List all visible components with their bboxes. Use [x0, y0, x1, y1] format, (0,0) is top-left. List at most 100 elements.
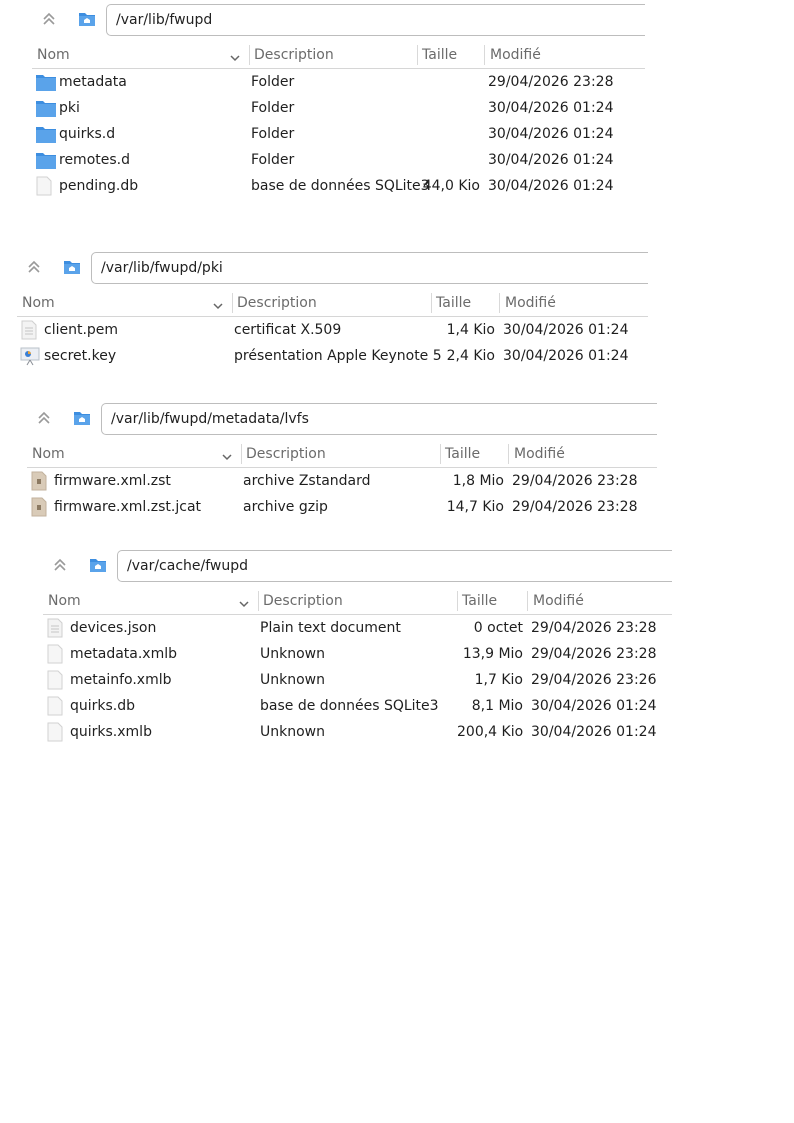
folder-icon	[35, 72, 57, 96]
file-name: quirks.xmlb	[70, 724, 152, 740]
file-modified: 29/04/2026 23:28	[488, 74, 614, 90]
file-row[interactable]: metainfo.xmlb Unknown 1,7 Kio 29/04/2026 23…	[43, 667, 672, 693]
file-description: certificat X.509	[234, 322, 342, 338]
file-size: 2,4 Kio	[446, 348, 495, 364]
file-size: 14,7 Kio	[446, 499, 504, 515]
address-bar[interactable]: /var/lib/fwupd/pki	[91, 252, 648, 284]
file-size	[417, 95, 480, 121]
column-separator[interactable]	[527, 591, 528, 611]
file-row[interactable]: devices.json Plain text document 0 octet 29…	[43, 615, 672, 641]
column-header-modified[interactable]: Modifié	[533, 588, 584, 614]
home-folder-icon	[89, 557, 107, 577]
address-bar[interactable]: /var/lib/fwupd	[106, 4, 645, 36]
column-separator[interactable]	[417, 45, 418, 65]
column-separator[interactable]	[258, 591, 259, 611]
home-button[interactable]	[61, 258, 83, 280]
file-row[interactable]: quirks.db base de données SQLite3 8,1 Mio 3…	[43, 693, 672, 719]
file-row[interactable]: firmware.xml.zst.jcat archive gzip 14,7 Ki…	[27, 494, 657, 520]
file-name: firmware.xml.zst.jcat	[54, 499, 202, 515]
file-size: 1,4 Kio	[446, 322, 495, 338]
file-size: 200,4 Kio	[457, 724, 524, 740]
column-header-size[interactable]: Taille	[422, 42, 457, 68]
column-header-description[interactable]: Description	[254, 42, 334, 68]
location-toolbar: /var/lib/fwupd	[32, 2, 645, 38]
column-header-description[interactable]: Description	[237, 290, 317, 316]
column-header-name[interactable]: Nom	[48, 588, 81, 614]
up-button[interactable]	[49, 556, 71, 578]
file-row[interactable]: metadata Folder 29/04/2026 23:28	[32, 69, 645, 95]
column-header: Nom Description Taille Modifié	[32, 42, 645, 69]
file-row[interactable]: metadata.xmlb Unknown 13,9 Mio 29/04/2026 2…	[43, 641, 672, 667]
column-header-modified[interactable]: Modifié	[505, 290, 556, 316]
column-header-modified[interactable]: Modifié	[490, 42, 541, 68]
file-icon	[46, 696, 64, 720]
up-arrow-icon	[40, 10, 58, 32]
location-toolbar: /var/lib/fwupd/pki	[17, 250, 648, 286]
up-arrow-icon	[25, 258, 43, 280]
file-name: quirks.d	[59, 126, 116, 142]
column-separator[interactable]	[431, 293, 432, 313]
column-header-size[interactable]: Taille	[436, 290, 471, 316]
file-pane: /var/lib/fwupd/pki Nom Description Taille Mo…	[17, 250, 648, 369]
file-name: devices.json	[70, 620, 157, 636]
text-file-icon	[46, 618, 64, 642]
file-description: Folder	[251, 74, 295, 90]
location-toolbar: /var/lib/fwupd/metadata/lvfs	[27, 401, 657, 437]
file-row[interactable]: secret.key présentation Apple Keynote 5 2,…	[17, 343, 648, 369]
up-button[interactable]	[33, 409, 55, 431]
file-icon	[46, 722, 64, 746]
file-row[interactable]: quirks.d Folder 30/04/2026 01:24	[32, 121, 645, 147]
file-description: archive gzip	[243, 499, 328, 515]
file-icon	[46, 644, 64, 668]
column-separator[interactable]	[440, 444, 441, 464]
column-separator[interactable]	[249, 45, 250, 65]
home-button[interactable]	[71, 409, 93, 431]
file-modified: 29/04/2026 23:28	[512, 473, 638, 489]
address-bar[interactable]: /var/cache/fwupd	[117, 550, 672, 582]
file-modified: 30/04/2026 01:24	[503, 322, 629, 338]
column-separator[interactable]	[232, 293, 233, 313]
column-header-modified[interactable]: Modifié	[514, 441, 565, 467]
home-button[interactable]	[87, 556, 109, 578]
column-separator[interactable]	[484, 45, 485, 65]
home-folder-icon	[63, 259, 81, 279]
file-name: secret.key	[44, 348, 117, 364]
column-header-name[interactable]: Nom	[32, 441, 65, 467]
column-header-name[interactable]: Nom	[37, 42, 70, 68]
column-header-size[interactable]: Taille	[462, 588, 497, 614]
file-row[interactable]: quirks.xmlb Unknown 200,4 Kio 30/04/2026 01…	[43, 719, 672, 745]
home-button[interactable]	[76, 10, 98, 32]
file-name: client.pem	[44, 322, 119, 338]
up-arrow-icon	[51, 556, 69, 578]
folder-icon	[35, 124, 57, 148]
presentation-file-icon	[20, 346, 40, 370]
file-icon	[35, 176, 53, 200]
file-modified: 30/04/2026 01:24	[488, 126, 614, 142]
file-name: metainfo.xmlb	[70, 672, 172, 688]
file-row[interactable]: firmware.xml.zst archive Zstandard 1,8 Mio…	[27, 468, 657, 494]
file-pane: /var/cache/fwupd Nom Description Taille Modi…	[43, 548, 672, 745]
column-header-description[interactable]: Description	[246, 441, 326, 467]
file-row[interactable]: pending.db base de données SQLite3 44,0 Ki…	[32, 173, 645, 199]
file-icon	[46, 670, 64, 694]
file-modified: 29/04/2026 23:28	[512, 499, 638, 515]
column-separator[interactable]	[241, 444, 242, 464]
chevron-down-icon	[221, 448, 233, 467]
column-separator[interactable]	[508, 444, 509, 464]
file-row[interactable]: remotes.d Folder 30/04/2026 01:24	[32, 147, 645, 173]
file-row[interactable]: client.pem certificat X.509 1,4 Kio 30/04/2…	[17, 317, 648, 343]
up-button[interactable]	[38, 10, 60, 32]
location-toolbar: /var/cache/fwupd	[43, 548, 672, 584]
file-name: pki	[59, 100, 80, 116]
file-modified: 29/04/2026 23:28	[531, 646, 657, 662]
column-header: Nom Description Taille Modifié	[43, 588, 672, 615]
up-button[interactable]	[23, 258, 45, 280]
column-header-description[interactable]: Description	[263, 588, 343, 614]
file-row[interactable]: pki Folder 30/04/2026 01:24	[32, 95, 645, 121]
column-header-name[interactable]: Nom	[22, 290, 55, 316]
column-separator[interactable]	[457, 591, 458, 611]
address-bar[interactable]: /var/lib/fwupd/metadata/lvfs	[101, 403, 657, 435]
column-separator[interactable]	[499, 293, 500, 313]
file-pane: /var/lib/fwupd/metadata/lvfs Nom Descripti…	[27, 401, 657, 520]
column-header-size[interactable]: Taille	[445, 441, 480, 467]
